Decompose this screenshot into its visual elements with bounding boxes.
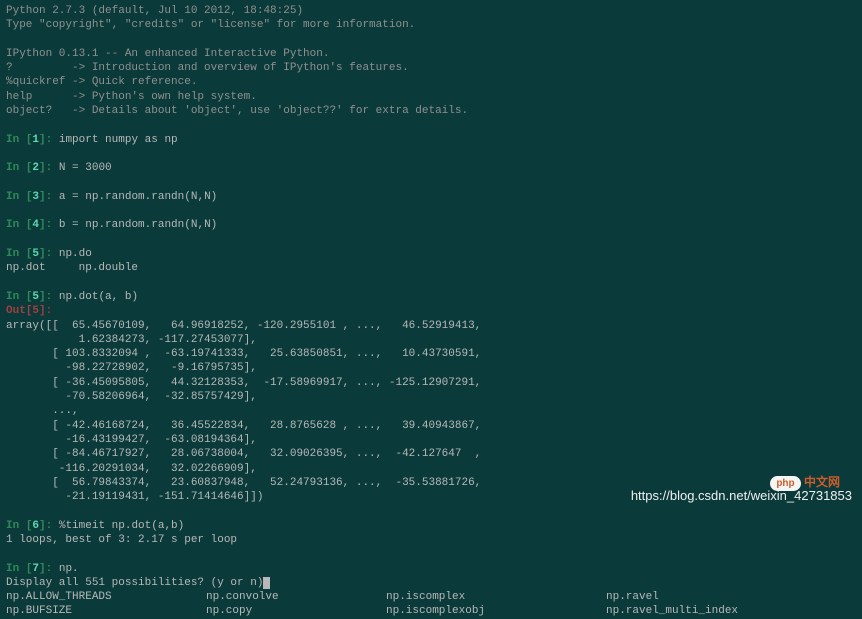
out5-row: [ -42.46168724, 36.45522834, 28.8765628 … [6,419,856,433]
out5-row: -98.22728902, -9.16795735], [6,361,856,375]
cursor-icon [263,577,270,589]
help-object: object? -> Details about 'object', use '… [6,104,856,118]
completion-row: np.ALLOW_THREADSnp.convolvenp.iscomplexn… [6,590,856,604]
ipython-banner: IPython 0.13.1 -- An enhanced Interactiv… [6,47,856,61]
out5-row: -70.58206964, -32.85757429], [6,390,856,404]
help-help: help -> Python's own help system. [6,90,856,104]
python-version: Python 2.7.3 (default, Jul 10 2012, 18:4… [6,4,856,18]
out5-row: -16.43199427, -63.08194364], [6,433,856,447]
help-intro: ? -> Introduction and overview of IPytho… [6,61,856,75]
cell-in-2: In [2]: N = 3000 [6,161,856,175]
cell-in-6: In [6]: %timeit np.dot(a,b) [6,519,856,533]
tab-completion-5: np.dot np.double [6,261,856,275]
watermark-text: https://blog.csdn.net/weixin_42731853 [631,488,852,505]
cell-in-1: In [1]: import numpy as np [6,133,856,147]
out5-row: [ 103.8332094 , -63.19741333, 25.6385085… [6,347,856,361]
out5-row: ..., [6,404,856,418]
terminal-output[interactable]: Python 2.7.3 (default, Jul 10 2012, 18:4… [6,4,856,619]
out5-row: 1.62384273, -117.27453077], [6,333,856,347]
completion-prompt[interactable]: Display all 551 possibilities? (y or n) [6,576,856,590]
cell-in-7[interactable]: In [7]: np. [6,562,856,576]
completion-row: np.BUFSIZEnp.copynp.iscomplexobjnp.ravel… [6,604,856,618]
timeit-result: 1 loops, best of 3: 2.17 s per loop [6,533,856,547]
python-copyright: Type "copyright", "credits" or "license"… [6,18,856,32]
cell-in-5-partial: In [5]: np.do [6,247,856,261]
cell-in-5: In [5]: np.dot(a, b) [6,290,856,304]
out5-row: -116.20291034, 32.02266909], [6,462,856,476]
help-quickref: %quickref -> Quick reference. [6,75,856,89]
out5-row: array([[ 65.45670109, 64.96918252, -120.… [6,319,856,333]
out5-row: [ -36.45095805, 44.32128353, -17.5896991… [6,376,856,390]
cell-out-5-label: Out[5]: [6,304,856,318]
cell-in-3: In [3]: a = np.random.randn(N,N) [6,190,856,204]
out5-row: [ -84.46717927, 28.06738004, 32.09026395… [6,447,856,461]
cell-in-4: In [4]: b = np.random.randn(N,N) [6,218,856,232]
